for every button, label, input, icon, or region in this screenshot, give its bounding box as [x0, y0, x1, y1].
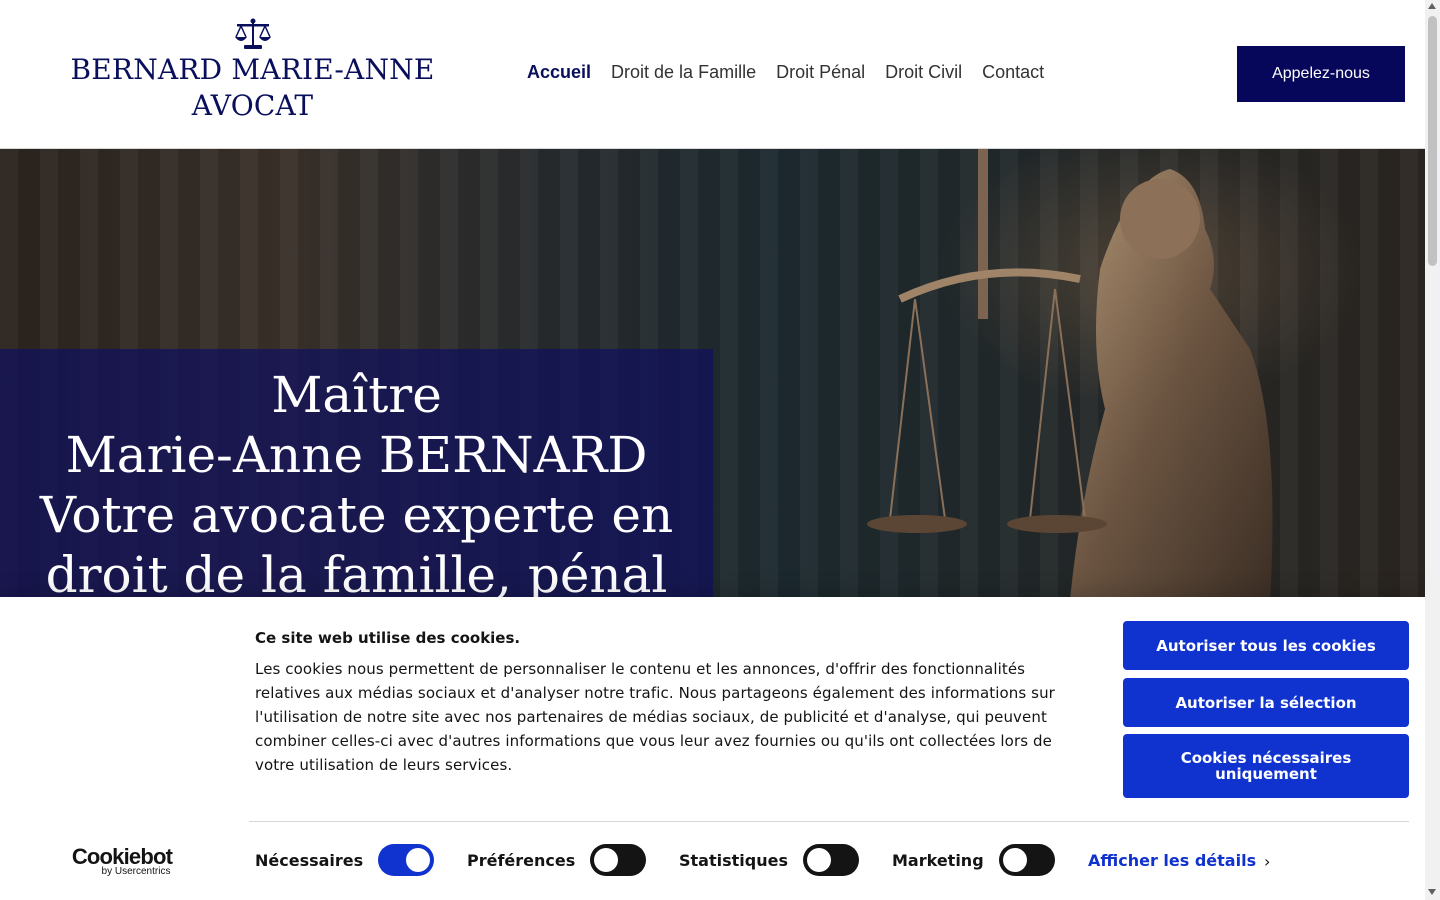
cookiebot-logo[interactable]: Cookiebot by Usercentrics — [70, 845, 174, 878]
allow-all-cookies-button[interactable]: Autoriser tous les cookies — [1123, 621, 1409, 670]
toggle-group-marketing: Marketing — [892, 844, 1055, 876]
toggle-group-preferences: Préférences — [467, 844, 647, 876]
call-button[interactable]: Appelez-nous — [1237, 46, 1405, 102]
hero-title: Maître Marie-Anne BERNARD Votre avocate … — [20, 365, 693, 600]
toggle-knob — [594, 848, 619, 872]
site-logo[interactable]: BERNARD MARIE-ANNE AVOCAT — [60, 18, 445, 124]
nav-droit-civil[interactable]: Droit Civil — [885, 62, 962, 83]
page-scrollbar[interactable] — [1425, 0, 1440, 900]
show-details-link[interactable]: Afficher les détails — [1088, 851, 1256, 870]
hero-line-3: Votre avocate experte en — [39, 486, 674, 544]
hero-line-4: droit de la famille, pénal et — [45, 546, 668, 600]
cookie-banner: Ce site web utilise des cookies. Les coo… — [0, 597, 1425, 900]
logo-name: BERNARD MARIE-ANNE — [70, 53, 435, 86]
logo-title: AVOCAT — [191, 89, 314, 122]
nav-droit-penal[interactable]: Droit Pénal — [776, 62, 865, 83]
main-nav: Accueil Droit de la Famille Droit Pénal … — [527, 62, 1064, 83]
site-header: BERNARD MARIE-ANNE AVOCAT Accueil Droit … — [0, 0, 1425, 149]
nav-contact[interactable]: Contact — [982, 62, 1044, 83]
toggle-label-statistiques: Statistiques — [679, 850, 788, 870]
hero-line-2: Marie-Anne BERNARD — [65, 426, 648, 484]
cookie-title: Ce site web utilise des cookies. — [255, 629, 521, 647]
hero-banner: Maître Marie-Anne BERNARD Votre avocate … — [0, 149, 1425, 600]
scroll-down-arrow-icon[interactable] — [1428, 889, 1436, 895]
allow-selection-button[interactable]: Autoriser la sélection — [1123, 678, 1409, 727]
cookie-divider — [249, 821, 1409, 822]
scrollbar-thumb[interactable] — [1428, 16, 1437, 266]
toggle-group-statistiques: Statistiques — [679, 844, 859, 876]
cookiebot-brand-sub: by Usercentrics — [101, 866, 171, 877]
scales-icon — [234, 18, 271, 49]
toggle-knob — [806, 848, 831, 872]
toggle-knob — [406, 848, 431, 872]
chevron-right-icon[interactable]: › — [1264, 852, 1270, 871]
scroll-up-arrow-icon[interactable] — [1428, 3, 1436, 9]
marketing-toggle[interactable] — [998, 844, 1055, 876]
hero-line-1: Maître — [271, 366, 442, 424]
nav-accueil[interactable]: Accueil — [527, 62, 591, 83]
toggle-label-necessaires: Nécessaires — [255, 850, 364, 870]
toggle-group-necessaires: Nécessaires — [255, 844, 435, 876]
cookie-description: Les cookies nous permettent de personnal… — [255, 660, 1055, 774]
toggle-label-preferences: Préférences — [467, 850, 576, 870]
necessary-only-button[interactable]: Cookies nécessaires uniquement — [1123, 734, 1409, 798]
lady-justice-statue-image — [867, 149, 1273, 600]
toggle-label-marketing: Marketing — [892, 850, 984, 870]
toggle-knob — [1002, 848, 1027, 872]
preferences-toggle[interactable] — [590, 844, 647, 876]
statistiques-toggle[interactable] — [802, 844, 859, 876]
hero-text-box: Maître Marie-Anne BERNARD Votre avocate … — [0, 349, 713, 600]
nav-droit-famille[interactable]: Droit de la Famille — [611, 62, 756, 83]
necessaires-toggle[interactable] — [378, 844, 435, 876]
